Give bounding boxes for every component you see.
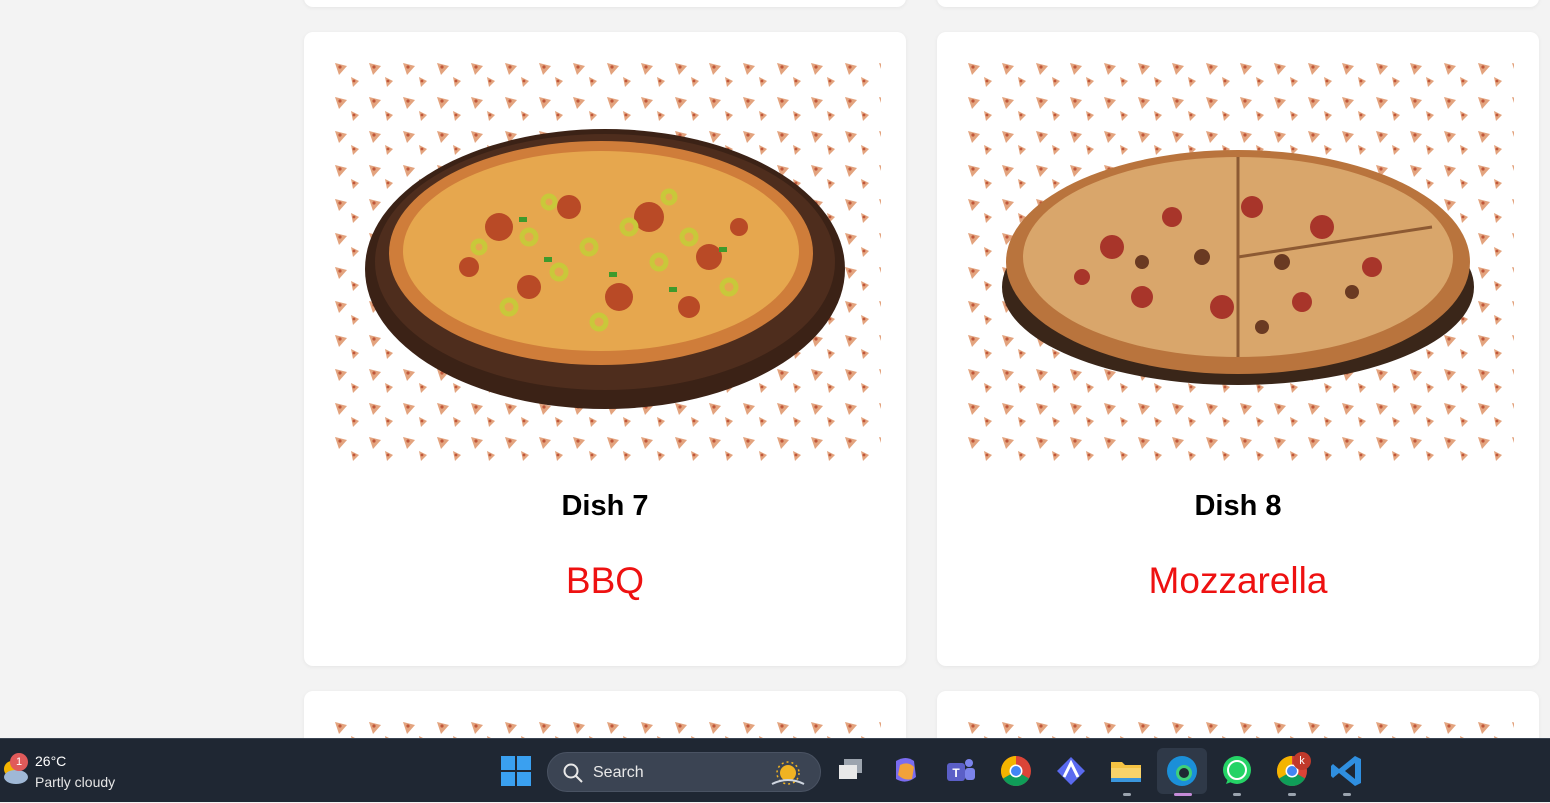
pizza-mozzarella-image — [962, 57, 1514, 471]
running-indicator — [1343, 793, 1351, 796]
pizza-image-partial — [962, 716, 1514, 738]
chrome-icon[interactable] — [996, 751, 1036, 791]
running-indicator — [1288, 793, 1296, 796]
notification-badge: 1 — [10, 753, 28, 771]
dish-card[interactable]: Dish 8 Mozzarella — [937, 32, 1539, 666]
pizza-image-partial — [329, 716, 881, 738]
weather-condition: Partly cloudy — [35, 774, 116, 790]
dish-subtitle: BBQ — [565, 560, 645, 601]
svg-text:T: T — [952, 766, 960, 780]
search-icon — [563, 763, 583, 783]
dish-title: Dish 7 — [561, 490, 649, 522]
dish-subtitle: Mozzarella — [1148, 560, 1328, 601]
running-indicator — [1123, 793, 1131, 796]
app-icon[interactable] — [1051, 751, 1091, 791]
running-indicator — [1174, 793, 1192, 796]
dish-card[interactable]: Dish 7 BBQ — [304, 32, 906, 666]
taskbar: 1 26°C Partly cloudy Search T k — [0, 738, 1550, 802]
card-partial-bottom-left — [304, 691, 906, 738]
search-highlight-icon — [771, 761, 805, 785]
card-partial-top-left — [304, 0, 906, 7]
page-content: Dish 7 BBQ Dish 8 Mozzarella — [0, 0, 1550, 738]
profile-badge: k — [1293, 752, 1311, 770]
vscode-icon[interactable] — [1327, 751, 1367, 791]
copilot-icon[interactable] — [886, 751, 926, 791]
search-label: Search — [593, 764, 644, 781]
edge-icon[interactable] — [1162, 751, 1202, 791]
running-indicator — [1233, 793, 1241, 796]
taskbar-search[interactable]: Search — [547, 752, 821, 792]
pizza-bbq-image — [329, 57, 881, 471]
weather-widget[interactable]: 1 26°C Partly cloudy — [0, 739, 140, 803]
file-explorer-icon[interactable] — [1106, 751, 1146, 791]
dish-title: Dish 8 — [1194, 490, 1282, 522]
card-partial-bottom-right — [937, 691, 1539, 738]
whatsapp-icon[interactable] — [1217, 751, 1257, 791]
card-partial-top-right — [937, 0, 1539, 7]
teams-icon[interactable]: T — [941, 751, 981, 791]
weather-temperature: 26°C — [35, 753, 67, 769]
start-icon[interactable] — [496, 751, 536, 791]
task-view-icon[interactable] — [832, 751, 872, 791]
